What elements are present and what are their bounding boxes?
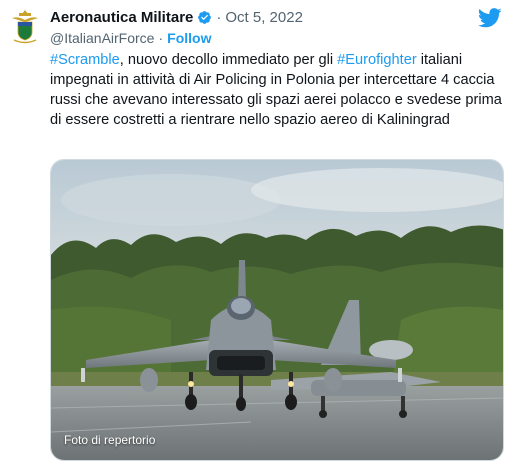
avatar[interactable] bbox=[8, 8, 42, 46]
hashtag-eurofighter[interactable]: #Eurofighter bbox=[337, 52, 417, 68]
photo-caption: Foto di repertorio bbox=[64, 433, 156, 447]
separator-dot: · bbox=[158, 30, 164, 46]
author-display-name[interactable]: Aeronautica Militare bbox=[50, 9, 193, 26]
hashtag-scramble[interactable]: #Scramble bbox=[50, 52, 120, 68]
follow-button[interactable]: Follow bbox=[167, 30, 211, 46]
twitter-bird-icon[interactable] bbox=[477, 8, 502, 28]
author-handle[interactable]: @ItalianAirForce bbox=[50, 30, 154, 46]
tweet-text: #Scramble, nuovo decollo immediato per g… bbox=[50, 50, 505, 130]
eurofighter-photo-image bbox=[51, 160, 503, 460]
tweet-date[interactable]: Oct 5, 2022 bbox=[225, 9, 303, 26]
tweet-header: Aeronautica Militare · Oct 5, 2022 @Ital… bbox=[50, 6, 504, 50]
separator-dot: · bbox=[216, 8, 222, 26]
verified-badge-icon bbox=[197, 10, 212, 25]
tweet-text-part: , nuovo decollo immediato per gli bbox=[119, 52, 338, 68]
air-force-crest-icon bbox=[12, 10, 38, 44]
tweet-photo[interactable]: Foto di repertorio bbox=[50, 159, 504, 461]
